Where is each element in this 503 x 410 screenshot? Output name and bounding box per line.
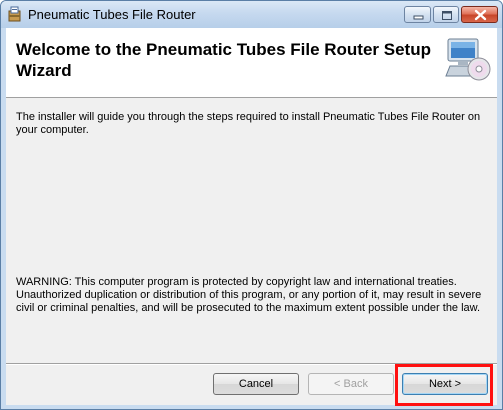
minimize-button[interactable] bbox=[404, 6, 431, 23]
back-button[interactable]: < Back bbox=[308, 373, 394, 395]
window-title: Pneumatic Tubes File Router bbox=[28, 7, 196, 22]
footer-divider bbox=[6, 363, 497, 365]
installer-window: Pneumatic Tubes File Router Welcome to t… bbox=[0, 0, 503, 410]
page-title: Welcome to the Pneumatic Tubes File Rout… bbox=[16, 40, 431, 80]
intro-text: The installer will guide you through the… bbox=[16, 111, 481, 136]
installer-icon bbox=[7, 6, 23, 22]
copyright-warning-text: WARNING: This computer program is protec… bbox=[16, 276, 482, 314]
wizard-header: Welcome to the Pneumatic Tubes File Rout… bbox=[6, 28, 497, 98]
maximize-button[interactable] bbox=[433, 6, 459, 23]
close-button[interactable] bbox=[461, 6, 498, 23]
next-button[interactable]: Next > bbox=[402, 373, 488, 395]
computer-cd-icon bbox=[444, 36, 492, 84]
title-bar[interactable]: Pneumatic Tubes File Router bbox=[1, 1, 502, 28]
minimize-icon bbox=[413, 15, 424, 20]
maximize-icon bbox=[442, 11, 452, 20]
close-icon bbox=[474, 9, 487, 21]
wizard-client-area: Welcome to the Pneumatic Tubes File Rout… bbox=[6, 28, 497, 405]
cancel-button[interactable]: Cancel bbox=[213, 373, 299, 395]
